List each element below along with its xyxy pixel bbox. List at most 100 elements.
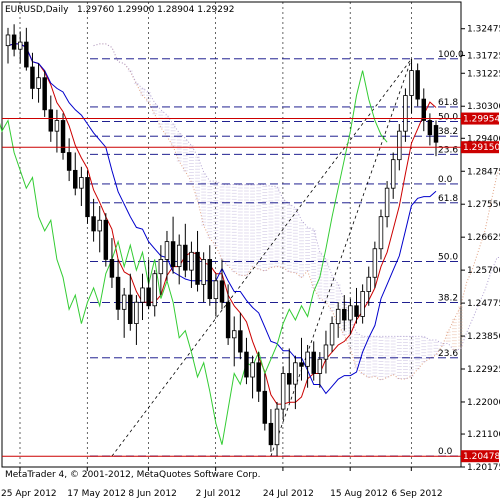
x-tick-label: 2 Jul 2012 (196, 489, 241, 499)
candle-body (360, 291, 365, 317)
candle-body (348, 305, 353, 321)
candle-body (390, 159, 396, 189)
fibo-level-label: 38.2 (438, 294, 458, 304)
fibo-level-label: 38.2 (438, 127, 458, 137)
candle-body (268, 422, 274, 446)
candle-body (97, 219, 102, 232)
candle-body (433, 125, 439, 143)
candle-body (36, 77, 41, 89)
candle-body (134, 301, 139, 324)
candle-body (213, 280, 219, 300)
candle-body (427, 120, 433, 136)
candle-body (378, 216, 384, 250)
candle-body (317, 358, 323, 374)
copyright-text: MetaTrader 4, © 2001-2012, MetaQuotes So… (5, 470, 261, 480)
candle-body (128, 294, 133, 324)
y-tick-label: 1.28475 (467, 167, 500, 177)
candle-body (85, 177, 90, 218)
candle-body (415, 70, 420, 100)
y-tick-label: 1.30300 (467, 102, 500, 112)
y-tick-label: 1.24775 (467, 299, 500, 309)
candle-body (342, 308, 347, 321)
candle-body (146, 287, 151, 307)
candle-body (274, 408, 280, 446)
candle-body (354, 305, 359, 317)
symbol-label: EURUSD,Daily (5, 5, 69, 15)
candle-body (140, 287, 145, 303)
candle-body (121, 294, 127, 310)
candle-body (183, 244, 188, 271)
candle-body (54, 120, 60, 132)
x-tick-label: 17 May 2012 (67, 489, 126, 499)
ohlc-values: 1.29760 1.29900 1.28904 1.29292 (77, 5, 234, 15)
candle-body (219, 280, 225, 303)
fibo-level-label: 23.6 (438, 349, 458, 359)
y-tick-label: 1.27550 (467, 200, 500, 210)
candle-body (231, 330, 237, 339)
candle-body (189, 251, 194, 271)
x-tick-label: 24 Jul 2012 (263, 489, 314, 499)
price-level-value: 1.29954 (463, 115, 500, 125)
candle-body (17, 41, 23, 50)
x-tick-label: 25 Apr 2012 (1, 489, 57, 499)
candle-body (366, 276, 371, 292)
candle-body (238, 330, 243, 353)
fibo-level-label: 61.8 (438, 98, 458, 108)
y-tick-label: 1.25700 (467, 266, 500, 276)
candle-body (397, 130, 402, 161)
fibo-level-label: 50.0 (438, 253, 458, 263)
candle-body (409, 70, 414, 96)
candle-body (311, 351, 316, 374)
candle-body (30, 66, 35, 89)
fibo-level-label: 100.0 (438, 50, 464, 60)
candle-body (115, 276, 121, 310)
x-tick-label: 8 Jun 2012 (128, 489, 176, 499)
y-tick-label: 1.23850 (467, 332, 500, 342)
y-tick-label: 1.22000 (467, 398, 500, 408)
candle-body (293, 362, 298, 385)
candle-body (262, 390, 268, 424)
candle-body (207, 259, 213, 300)
candle-body (244, 351, 249, 378)
candle-body (280, 373, 286, 410)
y-tick-label: 1.31725 (467, 51, 500, 61)
candle-body (335, 308, 341, 324)
y-tick-label: 1.32475 (467, 25, 500, 35)
fibo-level-label: 61.8 (438, 194, 458, 204)
fibo-level-label: 50.0 (438, 113, 458, 123)
candle-body (421, 98, 427, 121)
candle-body (305, 351, 310, 367)
y-tick-label: 1.20175 (467, 463, 500, 473)
candle-body (66, 152, 72, 171)
candle-body (201, 259, 206, 285)
candle-body (195, 251, 200, 285)
candle-body (176, 244, 182, 267)
candle-body (48, 109, 54, 132)
candle-body (403, 95, 408, 132)
candle-body (323, 344, 329, 360)
price-level-value: 1.29150 (463, 143, 500, 153)
price-chart[interactable]: 100.061.850.038.223.60.061.850.038.223.6… (0, 0, 500, 500)
candle-body (24, 41, 29, 68)
price-level-value: 1.20478 (463, 452, 500, 462)
chart-background (0, 0, 500, 500)
candle-body (164, 241, 170, 260)
candle-body (60, 120, 66, 153)
candle-body (372, 248, 378, 278)
candle-body (5, 34, 11, 47)
candle-body (11, 34, 17, 50)
y-tick-label: 1.26625 (467, 233, 500, 243)
candle-body (73, 169, 78, 189)
y-tick-label: 1.22925 (467, 365, 500, 375)
candle-body (79, 177, 84, 189)
candle-body (152, 273, 157, 307)
fibo-level-label: 0.0 (438, 447, 453, 457)
candle-body (299, 362, 304, 367)
candle-body (42, 77, 47, 111)
x-tick-label: 6 Sep 2012 (391, 489, 442, 499)
candle-body (250, 362, 255, 378)
candle-body (384, 187, 390, 218)
y-tick-label: 1.31225 (467, 69, 500, 79)
candle-body (103, 219, 109, 260)
candle-body (91, 216, 96, 232)
